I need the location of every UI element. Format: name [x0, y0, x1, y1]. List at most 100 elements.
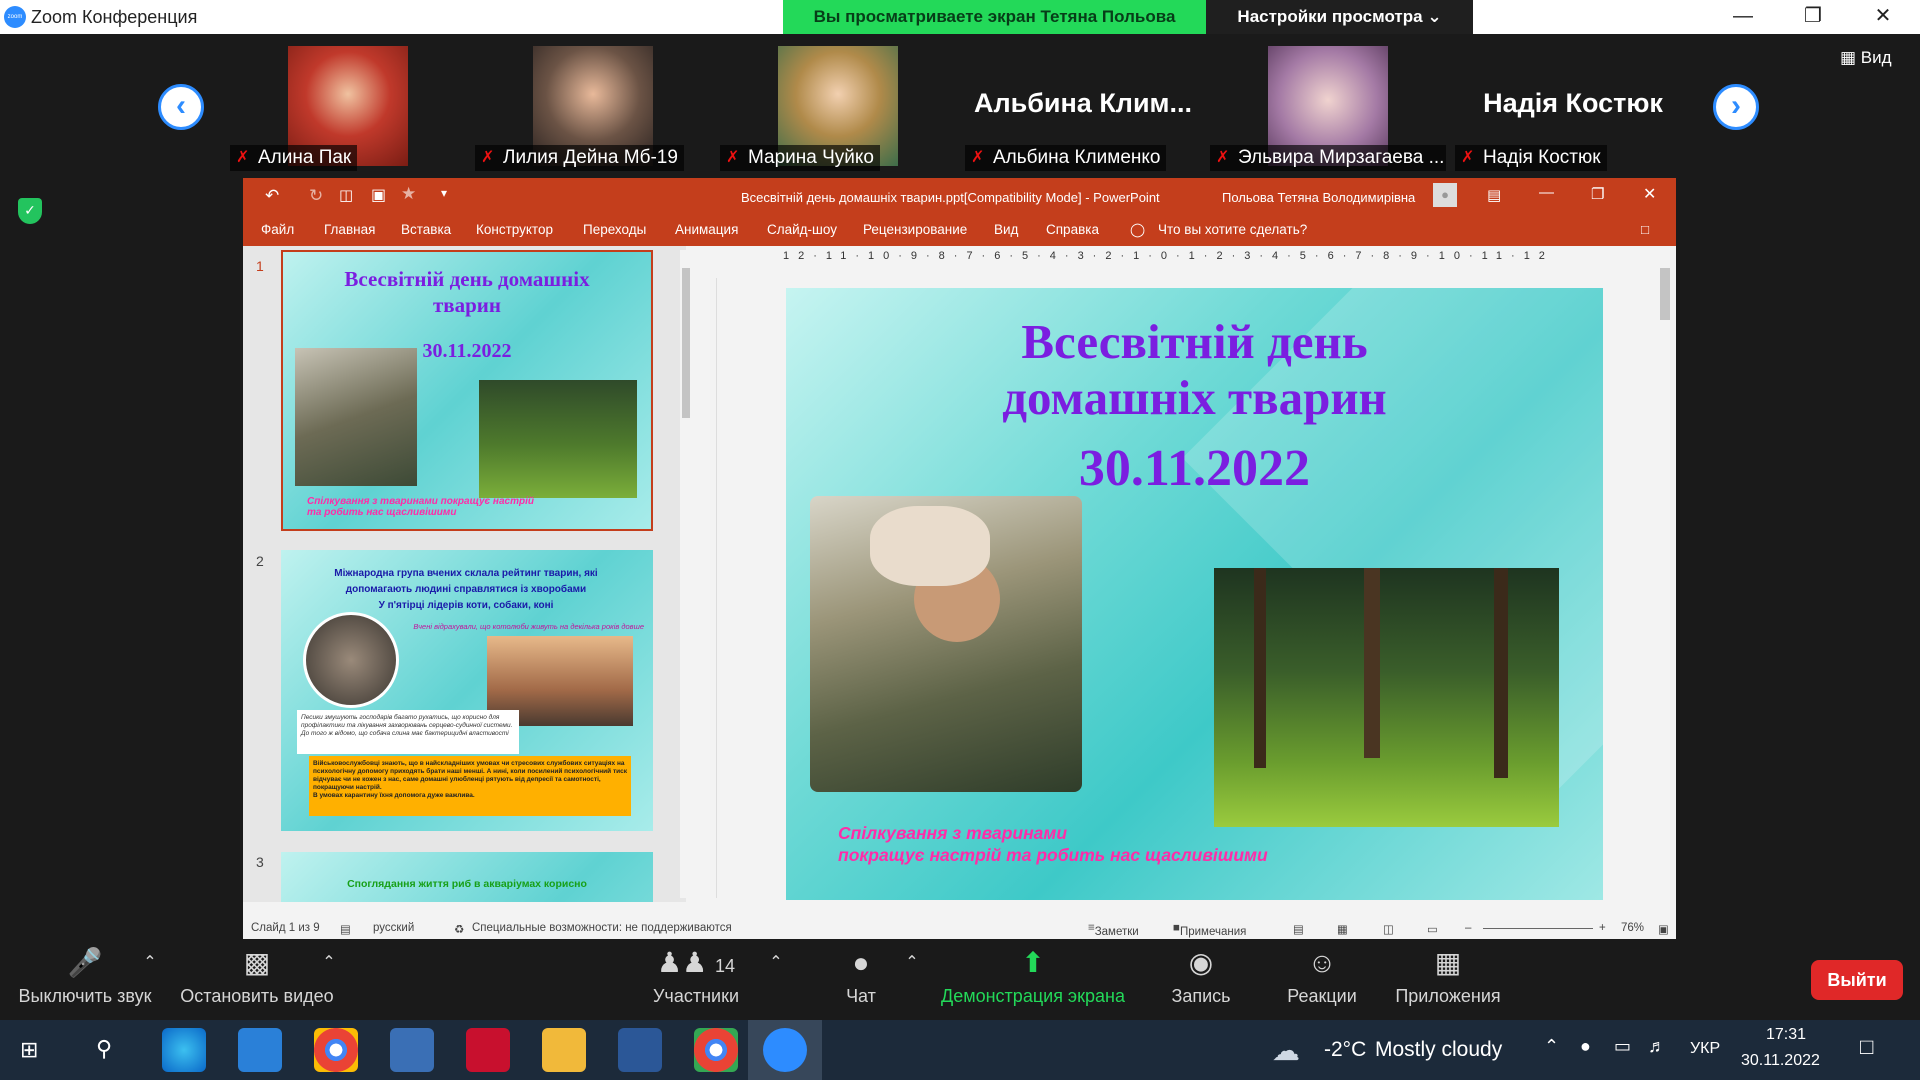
- apps-button[interactable]: ▦ Приложения: [1390, 940, 1506, 1018]
- notifications-icon[interactable]: □: [1860, 1034, 1873, 1060]
- slide-number: 1: [256, 258, 264, 274]
- tab-design[interactable]: Конструктор: [476, 222, 553, 237]
- mic-muted-icon: ✗: [726, 149, 740, 166]
- tray-chevron-icon[interactable]: ⌃: [1544, 1036, 1559, 1057]
- tab-slideshow[interactable]: Слайд-шоу: [767, 222, 837, 237]
- edge-icon[interactable]: [162, 1028, 206, 1072]
- zoom-level[interactable]: 76%: [1621, 922, 1644, 934]
- slide-scrollbar[interactable]: [1657, 250, 1673, 906]
- participant-tile[interactable]: ✗ Эльвира Мирзагаева ...: [1208, 40, 1448, 175]
- slide-thumbnail-pane[interactable]: 1 Всесвітній день домашніх тварин 30.11.…: [243, 246, 686, 902]
- file-explorer-icon[interactable]: [542, 1028, 586, 1072]
- weather-description[interactable]: Mostly cloudy: [1375, 1038, 1502, 1062]
- weather-cloud-icon[interactable]: ☁: [1272, 1034, 1300, 1067]
- account-avatar[interactable]: ●: [1433, 183, 1457, 207]
- language-indicator[interactable]: русский: [373, 922, 414, 934]
- mail-icon[interactable]: [238, 1028, 282, 1072]
- prev-page-button[interactable]: ‹: [158, 84, 204, 130]
- spellcheck-icon[interactable]: ▤: [340, 922, 351, 936]
- audio-options-caret[interactable]: ⌃: [140, 940, 160, 1018]
- windows-start-icon[interactable]: ⊞: [20, 1038, 44, 1062]
- chat-options-caret[interactable]: ⌃: [902, 940, 922, 1018]
- tab-transitions[interactable]: Переходы: [583, 222, 646, 237]
- tab-home[interactable]: Главная: [324, 222, 375, 237]
- ribbon-display-icon[interactable]: ▤: [1487, 186, 1501, 204]
- participant-tile[interactable]: ✗ Марина Чуйко: [718, 40, 958, 175]
- slide-thumbnail[interactable]: Міжнародна група вчених склала рейтинг т…: [281, 550, 653, 831]
- participant-tile[interactable]: Альбина Клим... ✗ Альбина Клименко: [963, 40, 1203, 175]
- clock-date[interactable]: 30.11.2022: [1741, 1052, 1820, 1070]
- stop-video-button[interactable]: ▩ Остановить видео: [176, 940, 338, 1018]
- minimize-button[interactable]: —: [1713, 0, 1773, 34]
- share-screen-button[interactable]: ⬆ Демонстрация экрана: [938, 940, 1128, 1018]
- ppt-close-button[interactable]: ✕: [1643, 184, 1656, 204]
- zoom-in-button[interactable]: +: [1599, 922, 1606, 934]
- volume-icon[interactable]: ♬: [1648, 1036, 1666, 1057]
- weather-temperature[interactable]: -2°C: [1324, 1038, 1366, 1062]
- tab-insert[interactable]: Вставка: [401, 222, 451, 237]
- redo-icon[interactable]: ↻: [309, 186, 323, 206]
- start-slideshow-icon[interactable]: ◫: [339, 186, 353, 204]
- tab-view[interactable]: Вид: [994, 222, 1018, 237]
- input-language[interactable]: УКР: [1690, 1040, 1720, 1058]
- ppt-minimize-button[interactable]: —: [1539, 184, 1554, 201]
- comments-button[interactable]: ■ Примечания: [1173, 922, 1246, 938]
- participant-tile[interactable]: ✗ Алина Пак: [228, 40, 468, 175]
- zoom-taskbar-item[interactable]: [748, 1020, 822, 1080]
- participant-tile[interactable]: ✗ Лилия Дейна Мб-19: [473, 40, 713, 175]
- tab-help[interactable]: Справка: [1046, 222, 1099, 237]
- sorter-view-icon[interactable]: ▦: [1337, 922, 1348, 936]
- clock-time[interactable]: 17:31: [1766, 1026, 1806, 1044]
- notes-button[interactable]: ≡ Заметки: [1088, 922, 1139, 938]
- search-icon[interactable]: ⚲: [96, 1036, 112, 1062]
- record-button[interactable]: ◉ Запись: [1166, 940, 1236, 1018]
- view-options-button[interactable]: Настройки просмотра ⌄: [1206, 0, 1473, 34]
- reactions-button[interactable]: ☺ Реакции: [1282, 940, 1362, 1018]
- customize-toolbar-icon[interactable]: ▾: [441, 186, 447, 200]
- tab-animations[interactable]: Анимация: [675, 222, 738, 237]
- restore-button[interactable]: ❐: [1783, 0, 1843, 34]
- tab-review[interactable]: Рецензирование: [863, 222, 967, 237]
- slideshow-view-icon[interactable]: ▭: [1427, 922, 1438, 936]
- next-page-button[interactable]: ›: [1713, 84, 1759, 130]
- main-slide[interactable]: Всесвітній день домашніх тварин 30.11.20…: [786, 288, 1603, 900]
- chat-button[interactable]: ● Чат: [836, 940, 886, 1018]
- slide-thumbnail[interactable]: Всесвітній день домашніх тварин 30.11.20…: [281, 250, 653, 531]
- mic-muted-icon: ✗: [971, 149, 985, 166]
- ppt-restore-button[interactable]: ❐: [1591, 185, 1604, 203]
- leave-meeting-button[interactable]: Выйти: [1811, 960, 1903, 1000]
- chrome-icon[interactable]: [314, 1028, 358, 1072]
- zoom-slider[interactable]: [1483, 928, 1593, 929]
- save-icon[interactable]: ▣: [371, 185, 386, 205]
- close-button[interactable]: ✕: [1853, 0, 1913, 34]
- video-options-caret[interactable]: ⌃: [318, 940, 340, 1018]
- document-title: Всесвітній день домашніх тварин.ppt[Comp…: [741, 190, 1160, 205]
- tab-file[interactable]: Файл: [261, 222, 294, 237]
- security-shield-icon[interactable]: ✓: [18, 198, 42, 224]
- tray-microphone-icon[interactable]: ●: [1580, 1036, 1591, 1057]
- participants-options-caret[interactable]: ⌃: [766, 940, 786, 1018]
- accessibility-status[interactable]: Специальные возможности: не поддерживают…: [472, 922, 732, 934]
- account-name[interactable]: Польова Тетяна Володимирівна: [1222, 190, 1415, 205]
- normal-view-icon[interactable]: ▤: [1293, 922, 1304, 936]
- view-layout-button[interactable]: ▦ Вид: [1840, 48, 1892, 68]
- battery-icon[interactable]: ▭: [1614, 1036, 1631, 1057]
- accessibility-icon[interactable]: ♻: [454, 922, 464, 936]
- word-icon[interactable]: [618, 1028, 662, 1072]
- desktop-app-icon[interactable]: [390, 1028, 434, 1072]
- participants-button[interactable]: ♟♟ 14 Участники: [648, 940, 744, 1018]
- comments-icon[interactable]: □: [1641, 222, 1649, 237]
- reading-view-icon[interactable]: ◫: [1383, 922, 1394, 936]
- tell-me-input[interactable]: Что вы хотите сделать?: [1158, 222, 1307, 237]
- chrome-profile-icon[interactable]: [694, 1028, 738, 1072]
- slide-thumbnail[interactable]: Споглядання життя риб в акваріумах корис…: [281, 852, 653, 902]
- thumbnail-scrollbar[interactable]: [680, 250, 692, 898]
- star-icon[interactable]: ★: [401, 184, 416, 204]
- participant-tile[interactable]: Надія Костюк ✗ Надія Костюк: [1453, 40, 1693, 175]
- fit-slide-icon[interactable]: ▣: [1658, 922, 1669, 936]
- undo-icon[interactable]: ↶: [265, 186, 279, 206]
- mute-button[interactable]: 🎤 Выключить звук: [14, 940, 156, 1018]
- zoom-out-button[interactable]: –: [1465, 922, 1471, 934]
- grid-icon: ▦: [1840, 48, 1857, 67]
- acrobat-icon[interactable]: [466, 1028, 510, 1072]
